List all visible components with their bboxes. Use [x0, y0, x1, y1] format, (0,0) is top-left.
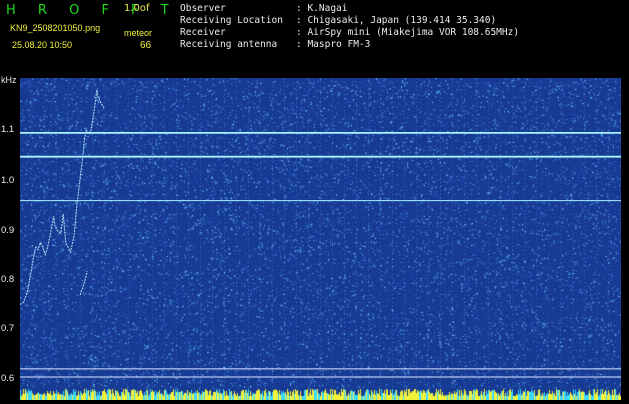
app-version: 1.0of — [124, 3, 150, 14]
y-tick-label: 1.0 — [1, 175, 15, 186]
location-value: : Chigasaki, Japan (139.414 35.340) — [296, 15, 497, 26]
y-tick-label: 1.1 — [1, 124, 15, 135]
y-tick-label: 0.8 — [1, 274, 15, 285]
header-panel: H R O F F T 1.0of KN9_2508201050.png met… — [0, 0, 629, 76]
spectrogram-overlay — [20, 78, 621, 388]
y-tick-label: 0.9 — [1, 225, 15, 236]
meteor-count-label: meteor — [124, 28, 153, 38]
meteor-echo-trace — [20, 89, 105, 305]
spectrogram — [20, 78, 621, 400]
antenna-value: : Maspro FM-3 — [296, 39, 371, 50]
meteor-echo-trace — [79, 271, 88, 296]
timestamp: 25.08.20 10:50 — [12, 40, 73, 50]
app-title: H R O F F T — [6, 3, 178, 18]
y-tick-label: 0.6 — [1, 373, 15, 384]
receiver-value: : AirSpy mini (Miakejima VOR 108.65MHz) — [296, 27, 520, 38]
file-name: KN9_2508201050.png — [10, 23, 101, 33]
receiver-label: Receiver — [180, 27, 226, 38]
meteor-count: 66 — [140, 40, 152, 51]
location-label: Receiving Location — [180, 15, 283, 26]
observer-value: : K.Nagai — [296, 3, 348, 14]
y-unit-label: kHz — [1, 75, 17, 85]
observer-label: Observer — [180, 3, 226, 14]
antenna-label: Receiving antenna — [180, 39, 278, 50]
y-tick-label: 0.7 — [1, 323, 15, 334]
